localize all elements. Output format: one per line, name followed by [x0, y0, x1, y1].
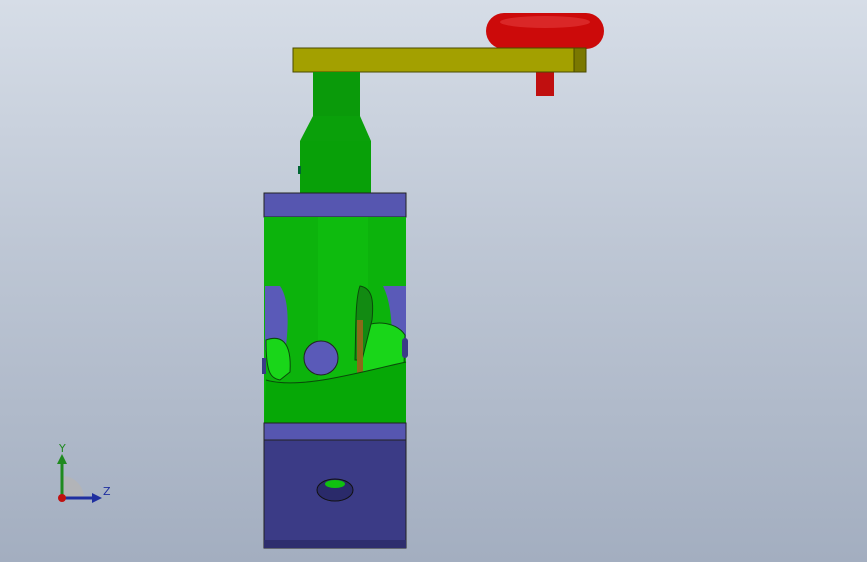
triad-z-label: Z — [103, 485, 111, 498]
triad-y-label: Y — [59, 442, 66, 455]
shaft[interactable] — [298, 72, 371, 193]
lower-cap[interactable] — [263, 422, 407, 441]
graphics-viewport[interactable]: Y Z — [0, 0, 867, 562]
top-cap[interactable] — [263, 192, 407, 218]
main-body[interactable] — [262, 217, 408, 423]
orientation-triad: Y Z — [50, 440, 120, 510]
base-block[interactable] — [263, 439, 407, 549]
handle-arm[interactable] — [292, 47, 587, 73]
model-view[interactable] — [0, 0, 867, 562]
